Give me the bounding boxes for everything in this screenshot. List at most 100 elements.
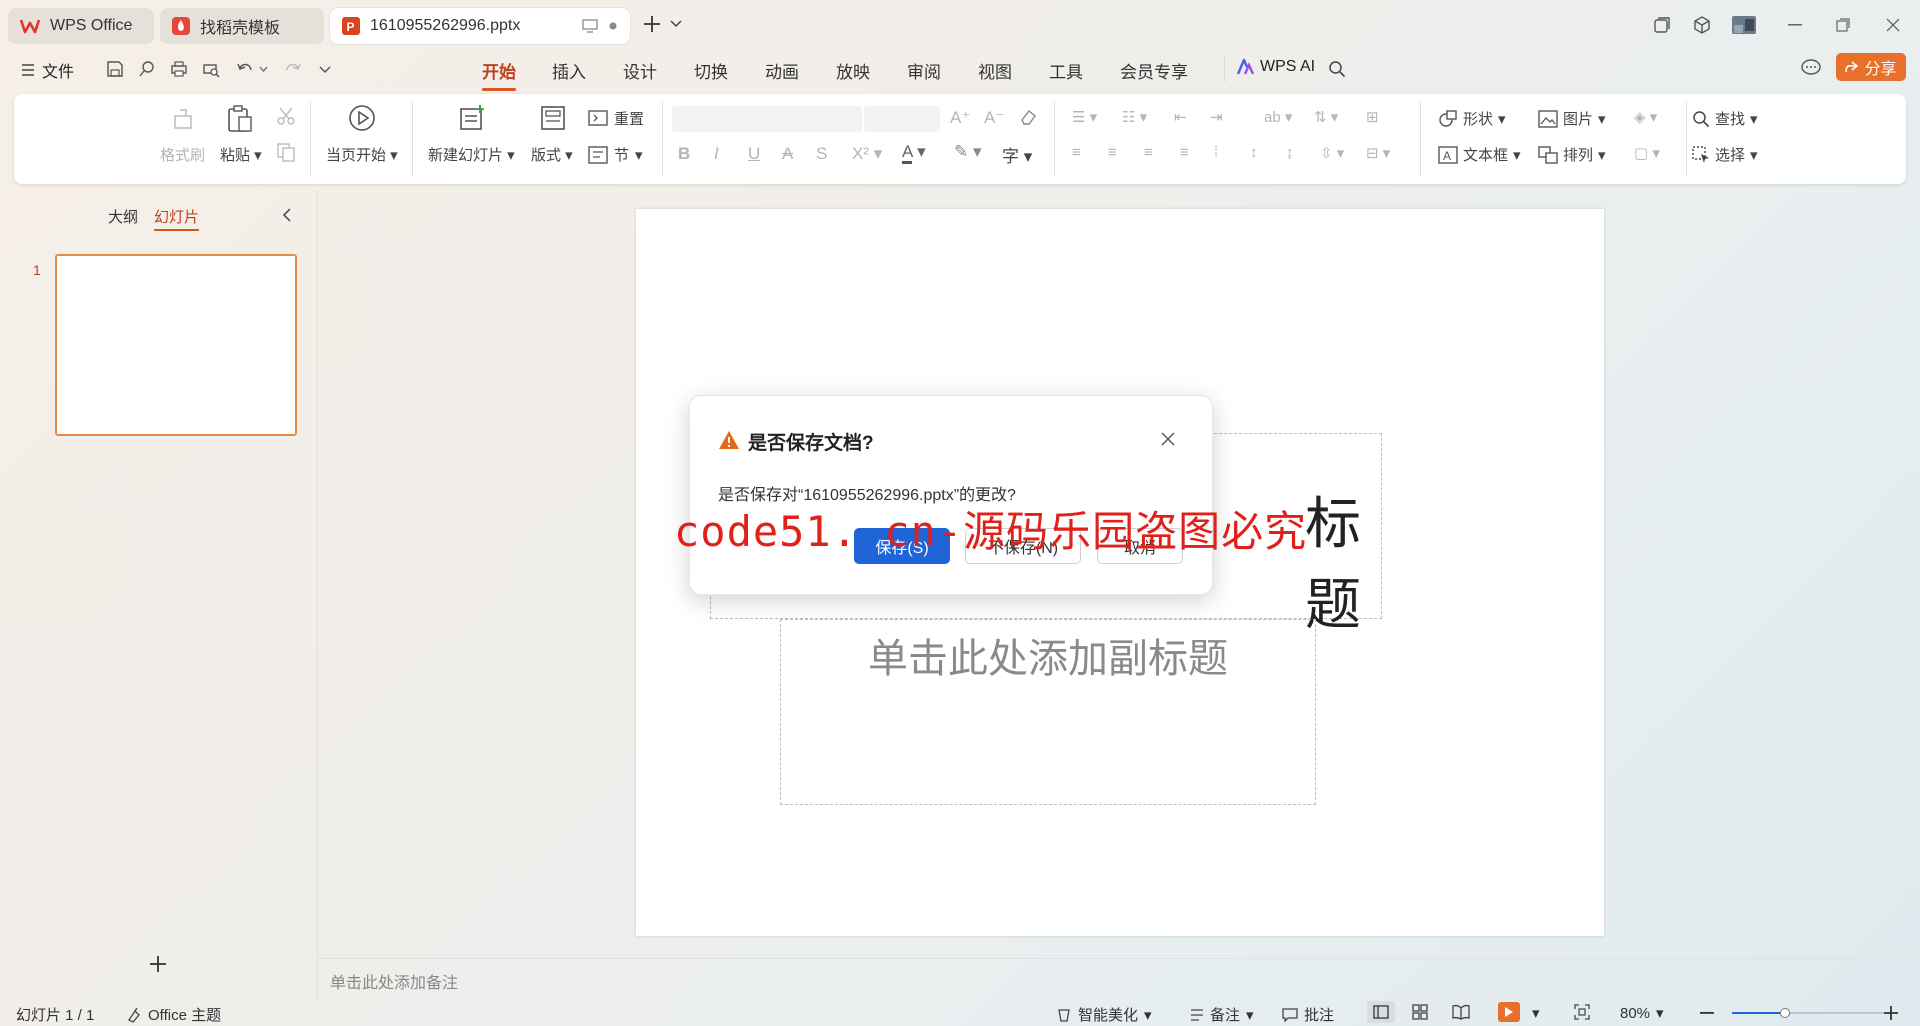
font-color-icon[interactable]: A ▾ — [902, 142, 926, 164]
select-button[interactable]: 选择 ▾ — [1692, 144, 1758, 165]
zoom-slider[interactable] — [1732, 1008, 1884, 1018]
close-icon[interactable] — [1876, 10, 1910, 40]
save-icon[interactable] — [106, 60, 124, 78]
new-slide-icon[interactable] — [458, 104, 486, 132]
tab-view[interactable]: 视图 — [978, 58, 1012, 83]
tab-animations[interactable]: 动画 — [765, 58, 799, 83]
share-button[interactable]: 分享 — [1836, 53, 1906, 81]
textbox-button[interactable]: A 文本框 ▾ — [1438, 144, 1521, 165]
print-icon[interactable] — [170, 60, 188, 78]
restore-icon[interactable] — [1826, 10, 1860, 40]
convert-smartart-icon[interactable]: ⊞ — [1366, 108, 1379, 126]
chat-icon[interactable] — [1800, 58, 1822, 78]
layout-icon[interactable] — [540, 104, 566, 132]
paste-button[interactable]: 粘贴 ▾ — [220, 144, 262, 165]
minimize-icon[interactable] — [1778, 10, 1812, 40]
align-center-icon[interactable]: ≡ — [1108, 144, 1117, 161]
unsaved-dot-icon[interactable] — [608, 21, 618, 31]
increase-font-icon[interactable]: A⁺ — [950, 108, 970, 128]
highlight-icon[interactable]: ✎ ▾ — [954, 142, 982, 162]
align-right-icon[interactable]: ≡ — [1144, 144, 1153, 161]
line-spacing-icon[interactable]: ↕ — [1250, 144, 1258, 161]
text-align-vertical-icon[interactable]: ⊟ ▾ — [1366, 144, 1390, 162]
add-slide-icon[interactable] — [148, 954, 168, 974]
collapse-panel-icon[interactable] — [282, 208, 292, 222]
slide-sorter-icon[interactable] — [1412, 1004, 1428, 1020]
slideshow-options-chevron-icon[interactable]: ▾ — [1532, 1004, 1540, 1022]
tab-slideshow[interactable]: 放映 — [836, 58, 870, 83]
share-link-icon[interactable] — [138, 60, 156, 78]
clear-format-icon[interactable] — [1018, 108, 1038, 126]
underline-icon[interactable]: U — [748, 144, 760, 164]
character-spacing-icon[interactable]: 字 ▾ — [1002, 142, 1032, 167]
monitor-icon[interactable] — [582, 19, 598, 33]
decrease-indent-icon[interactable]: ⇤ — [1174, 108, 1187, 126]
tab-outline[interactable]: 大纲 — [108, 206, 138, 227]
slideshow-play-button[interactable] — [1498, 1002, 1520, 1022]
undo-icon[interactable] — [236, 60, 254, 78]
tab-design[interactable]: 设计 — [623, 58, 657, 83]
tab-list-chevron-icon[interactable] — [670, 20, 682, 28]
reading-view-icon[interactable] — [1452, 1004, 1470, 1020]
sort-icon[interactable]: ⇅ ▾ — [1314, 108, 1338, 126]
redo-icon[interactable] — [284, 60, 302, 78]
tab-tools[interactable]: 工具 — [1049, 58, 1083, 83]
font-family-select[interactable] — [672, 106, 862, 132]
tab-presentation-file[interactable]: P 1610955262996.pptx — [330, 8, 630, 44]
paste-icon[interactable] — [226, 104, 254, 134]
copy-icon[interactable] — [276, 142, 296, 162]
picture-button[interactable]: 图片 ▾ — [1538, 108, 1606, 129]
new-slide-button[interactable]: 新建幻灯片 ▾ — [428, 144, 515, 165]
arrange-button[interactable]: 排列 ▾ — [1538, 144, 1606, 165]
undo-dropdown-icon[interactable] — [259, 66, 268, 72]
distribute-icon[interactable]: ⁞ — [1214, 144, 1218, 161]
quick-access-more-icon[interactable] — [319, 66, 331, 74]
decrease-font-icon[interactable]: A⁻ — [984, 108, 1004, 128]
tab-member[interactable]: 会员专享 — [1120, 58, 1188, 83]
zoom-out-icon[interactable] — [1700, 1012, 1714, 1014]
shadow-text-icon[interactable]: S — [816, 144, 827, 164]
dialog-close-icon[interactable] — [1160, 431, 1176, 447]
tab-home[interactable]: 开始 — [482, 58, 516, 91]
tab-transitions[interactable]: 切换 — [694, 58, 728, 83]
numbering-icon[interactable]: ☷ ▾ — [1122, 108, 1147, 126]
section-button[interactable]: 节 ▾ — [588, 144, 643, 165]
reset-button[interactable]: 重置 — [588, 108, 644, 129]
tab-wps-office[interactable]: WPS Office — [8, 8, 154, 44]
play-from-current-icon[interactable] — [348, 104, 376, 132]
tab-insert[interactable]: 插入 — [552, 58, 586, 83]
notes-toggle-button[interactable]: 备注 ▾ — [1190, 1004, 1254, 1025]
format-painter-icon[interactable] — [170, 106, 196, 132]
find-button[interactable]: 查找 ▾ — [1692, 108, 1758, 129]
theme-button[interactable]: Office 主题 — [126, 1004, 221, 1025]
justify-icon[interactable]: ≡ — [1180, 144, 1189, 161]
notes-pane[interactable]: 单击此处添加备注 — [318, 958, 1920, 1000]
cube-icon[interactable] — [1685, 10, 1719, 40]
window-overview-icon[interactable] — [1645, 10, 1679, 40]
fill-icon[interactable]: ◈ ▾ — [1634, 108, 1657, 126]
zoom-in-icon[interactable] — [1884, 1006, 1898, 1020]
columns-icon[interactable]: ⇳ ▾ — [1320, 144, 1344, 162]
text-direction-icon[interactable]: ab ▾ — [1264, 108, 1292, 126]
zoom-level-select[interactable]: 80% ▾ — [1620, 1004, 1664, 1023]
file-menu-button[interactable]: 文件 — [22, 58, 74, 82]
new-tab-icon[interactable] — [642, 14, 662, 34]
search-icon[interactable] — [1328, 60, 1346, 78]
avatar[interactable] — [1727, 10, 1761, 40]
strikethrough-icon[interactable]: A — [782, 144, 793, 164]
superscript-icon[interactable]: X² ▾ — [852, 144, 882, 164]
zoom-slider-thumb[interactable] — [1780, 1008, 1790, 1018]
paragraph-spacing-icon[interactable]: ↨ — [1286, 144, 1294, 161]
align-left-icon[interactable]: ≡ — [1072, 144, 1081, 161]
slide-thumbnail[interactable] — [55, 254, 297, 436]
normal-view-button[interactable] — [1367, 1001, 1395, 1023]
smart-beautify-button[interactable]: 智能美化 ▾ — [1056, 1004, 1152, 1025]
italic-icon[interactable]: I — [714, 144, 719, 164]
cut-icon[interactable] — [276, 106, 296, 126]
print-preview-icon[interactable] — [202, 60, 220, 78]
tab-review[interactable]: 审阅 — [907, 58, 941, 83]
bullets-icon[interactable]: ☰ ▾ — [1072, 108, 1097, 126]
increase-indent-icon[interactable]: ⇥ — [1210, 108, 1223, 126]
tab-docer-templates[interactable]: 找稻壳模板 — [160, 8, 324, 44]
tab-slides[interactable]: 幻灯片 — [154, 206, 200, 231]
